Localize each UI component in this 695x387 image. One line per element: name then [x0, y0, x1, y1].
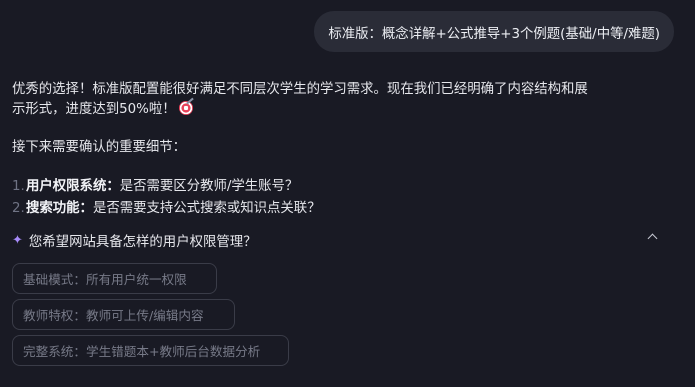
question-header[interactable]: ✦ 您希望网站具备怎样的用户权限管理？: [12, 230, 662, 250]
reply-subheading: 接下来需要确认的重要细节：: [12, 140, 187, 155]
chevron-up-icon[interactable]: [647, 233, 658, 244]
user-message-bubble: 标准版：概念详解+公式推导+3个例题(基础/中等/难题): [314, 11, 674, 52]
list-value: 是否需要支持公式搜索或知识点关联？: [92, 201, 321, 216]
list-key: 用户权限系统：: [26, 179, 120, 194]
detail-list: 1. 用户权限系统： 是否需要区分教师/学生账号？ 2. 搜索功能： 是否需要支…: [12, 176, 612, 220]
list-number: 2.: [12, 201, 25, 216]
user-message-text: 标准版：概念详解+公式推导+3个例题(基础/中等/难题): [328, 26, 660, 42]
reply-intro: 优秀的选择！标准版配置能很好满足不同层次学生的学习需求。现在我们已经明确了内容结…: [12, 80, 594, 120]
chat-page: 标准版：概念详解+公式推导+3个例题(基础/中等/难题) 优秀的选择！标准版配置…: [0, 0, 695, 387]
reply-intro-text: 优秀的选择！标准版配置能很好满足不同层次学生的学习需求。现在我们已经明确了内容结…: [12, 82, 588, 117]
option-label: 完整系统：学生错题本+教师后台数据分析: [23, 344, 261, 359]
target-icon: [178, 101, 193, 115]
sparkle-icon: ✦: [12, 232, 23, 248]
option-basic-mode[interactable]: 基础模式：所有用户统一权限: [12, 263, 217, 294]
list-key: 搜索功能：: [26, 201, 93, 216]
question-text: 您希望网站具备怎样的用户权限管理？: [28, 235, 257, 250]
list-item: 2. 搜索功能： 是否需要支持公式搜索或知识点关联？: [12, 198, 612, 220]
option-full-system[interactable]: 完整系统：学生错题本+教师后台数据分析: [12, 335, 289, 366]
list-number: 1.: [12, 179, 25, 194]
option-label: 基础模式：所有用户统一权限: [23, 272, 187, 287]
list-item: 1. 用户权限系统： 是否需要区分教师/学生账号？: [12, 176, 612, 198]
list-value: 是否需要区分教师/学生账号？: [119, 179, 299, 194]
option-label: 教师特权：教师可上传/编辑内容: [23, 308, 204, 323]
assistant-reply: 优秀的选择！标准版配置能很好满足不同层次学生的学习需求。现在我们已经明确了内容结…: [12, 80, 612, 220]
option-teacher-privilege[interactable]: 教师特权：教师可上传/编辑内容: [12, 299, 235, 330]
